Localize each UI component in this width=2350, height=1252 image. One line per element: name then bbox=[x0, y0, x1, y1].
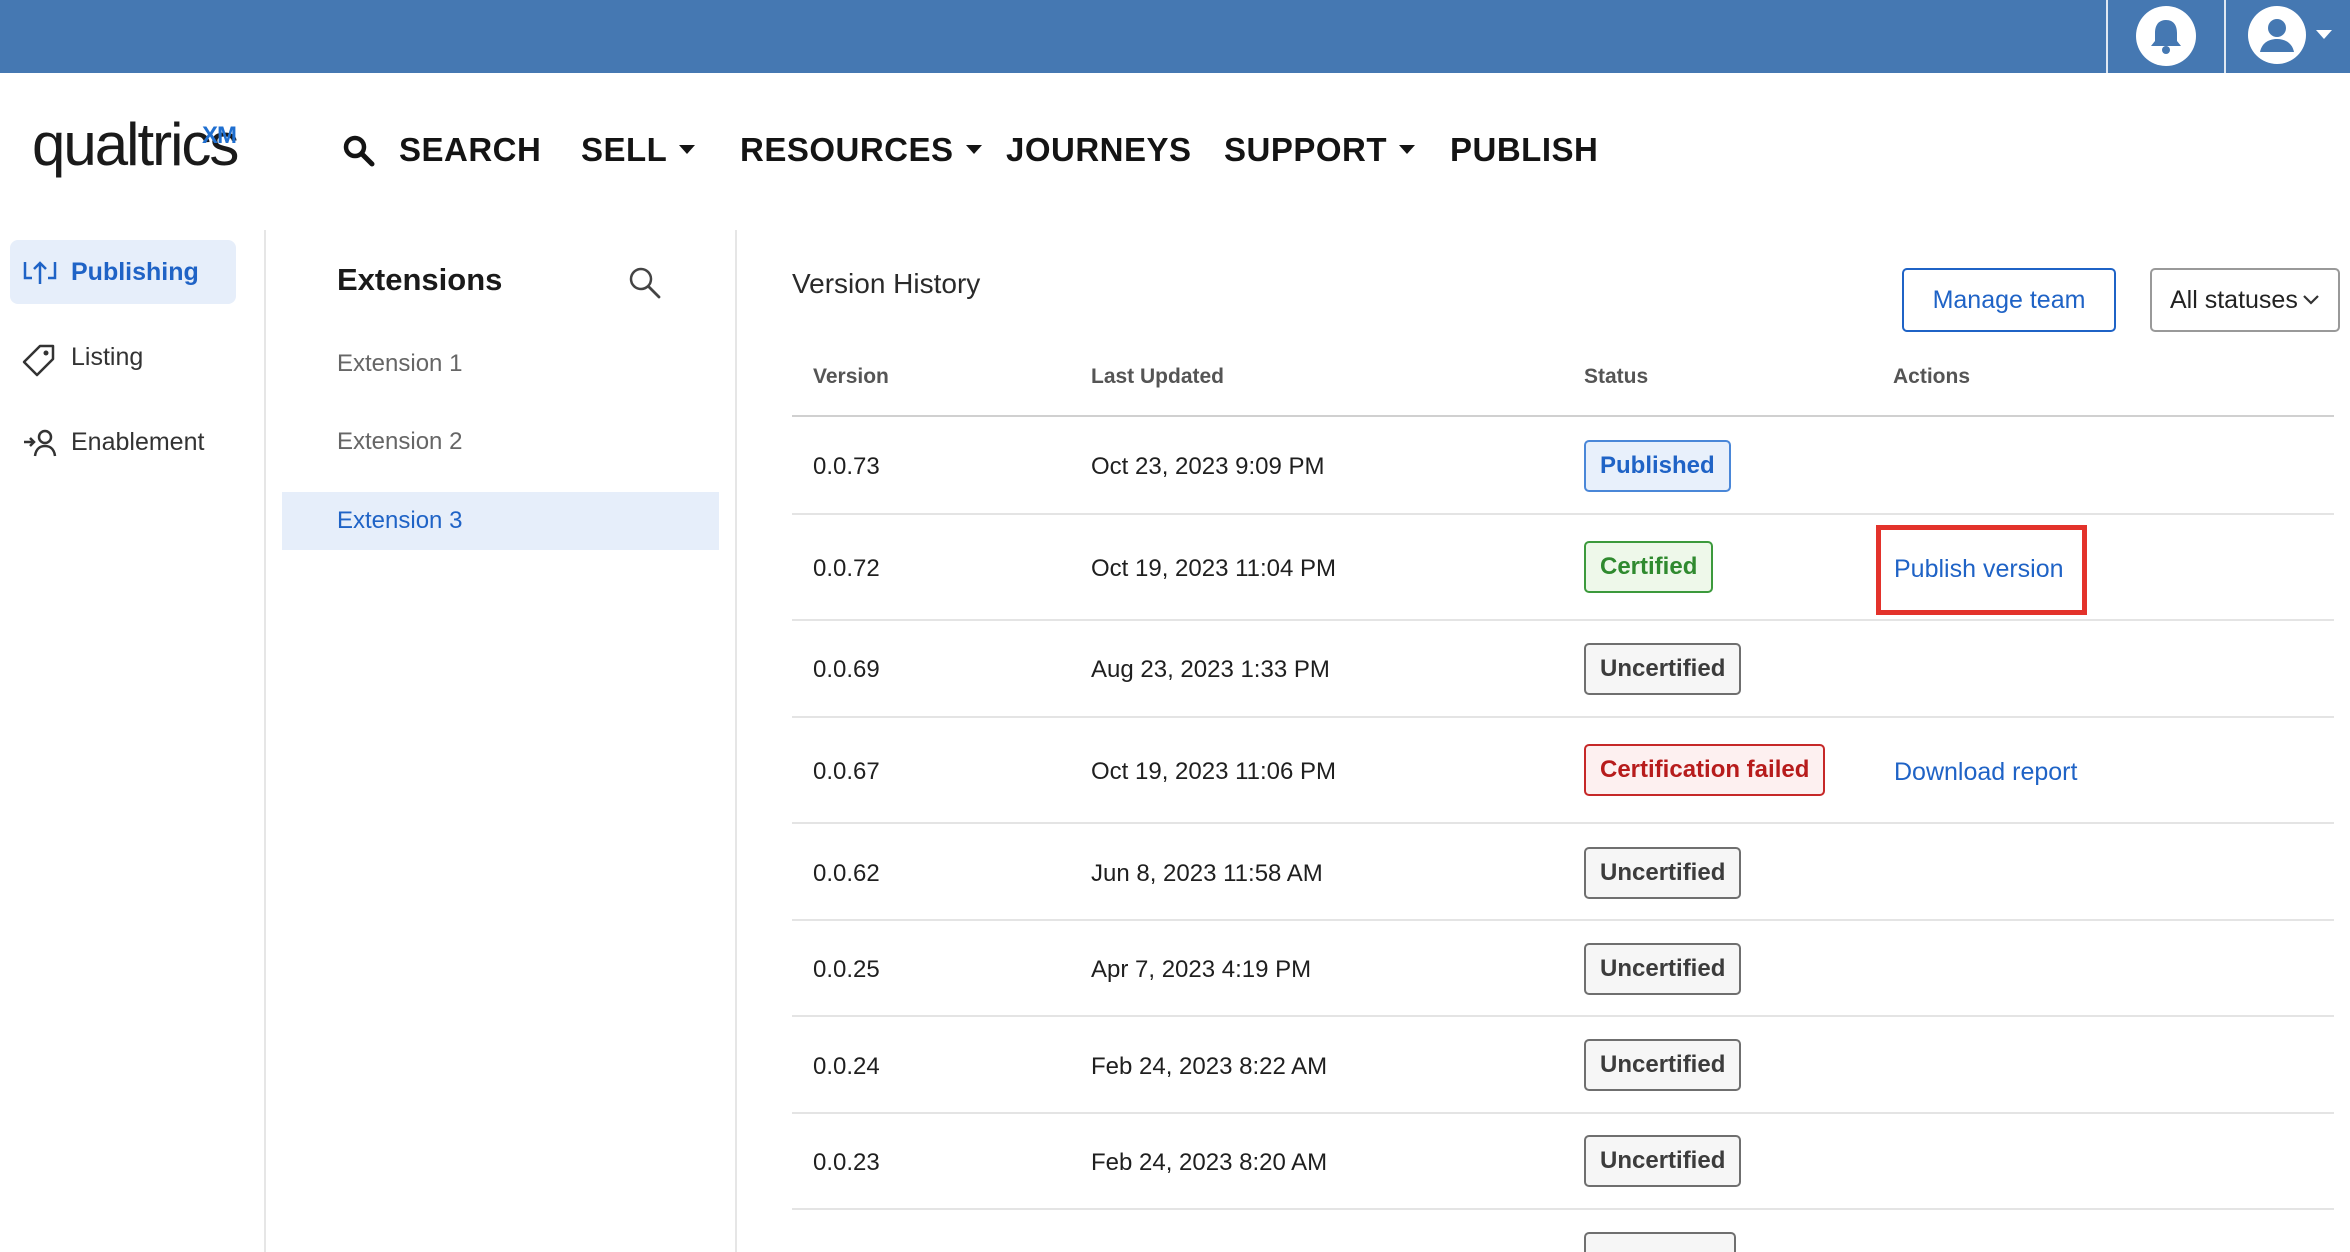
row-divider bbox=[792, 822, 2334, 824]
row-divider bbox=[792, 1208, 2334, 1210]
sidebar-item-publishing[interactable]: Publishing bbox=[10, 240, 236, 304]
status-badge: Uncertified bbox=[1584, 643, 1742, 695]
version-cell: 0.0.25 bbox=[813, 956, 880, 983]
top-bar bbox=[0, 0, 2350, 73]
version-cell: 0.0.67 bbox=[813, 758, 880, 785]
status-badge-partial bbox=[1584, 1232, 1736, 1252]
nav-sell-label: SELL bbox=[581, 131, 668, 168]
row-divider bbox=[792, 716, 2334, 718]
sidebar-item-enablement[interactable]: Enablement bbox=[10, 410, 236, 474]
row-divider bbox=[792, 619, 2334, 621]
user-avatar-icon[interactable] bbox=[2248, 6, 2306, 64]
last-updated-cell: Oct 19, 2023 11:04 PM bbox=[1091, 555, 1337, 582]
status-badge: Uncertified bbox=[1584, 943, 1742, 995]
column-header-last-updated: Last Updated bbox=[1091, 365, 1225, 388]
last-updated-cell: Apr 7, 2023 4:19 PM bbox=[1091, 956, 1312, 983]
last-updated-cell: Oct 23, 2023 9:09 PM bbox=[1091, 453, 1325, 480]
version-cell: 0.0.72 bbox=[813, 555, 880, 582]
extension-item-2[interactable]: Extension 2 bbox=[282, 413, 719, 471]
status-filter-value: All statuses bbox=[2170, 286, 2298, 314]
nav-support[interactable]: SUPPORT bbox=[1224, 130, 1416, 170]
version-cell: 0.0.24 bbox=[813, 1053, 880, 1080]
last-updated-cell: Feb 24, 2023 8:20 AM bbox=[1091, 1149, 1328, 1176]
download-report-link[interactable]: Download report bbox=[1894, 758, 2077, 787]
row-divider bbox=[792, 1015, 2334, 1017]
nav-resources[interactable]: RESOURCES bbox=[740, 130, 982, 170]
version-cell: 0.0.23 bbox=[813, 1149, 880, 1176]
nav-journeys[interactable]: JOURNEYS bbox=[1006, 130, 1192, 170]
logo-xm-superscript: XM bbox=[202, 122, 237, 149]
chevron-down-icon bbox=[965, 144, 982, 154]
nav-support-label: SUPPORT bbox=[1224, 131, 1388, 168]
column-header-actions: Actions bbox=[1893, 365, 1971, 388]
table-header-divider bbox=[792, 415, 2334, 417]
last-updated-cell: Feb 24, 2023 8:22 AM bbox=[1091, 1053, 1328, 1080]
nav-journeys-label: JOURNEYS bbox=[1006, 131, 1192, 168]
sidebar-item-label: Publishing bbox=[71, 258, 199, 286]
last-updated-cell: Aug 23, 2023 1:33 PM bbox=[1091, 656, 1330, 683]
version-cell: 0.0.73 bbox=[813, 453, 880, 480]
status-badge: Published bbox=[1584, 440, 1731, 492]
sidebar-item-label: Listing bbox=[71, 343, 144, 371]
publishing-icon bbox=[23, 261, 57, 284]
topbar-divider bbox=[2106, 0, 2108, 73]
chevron-down-icon bbox=[679, 144, 696, 154]
tag-icon bbox=[22, 344, 55, 377]
sidebar-item-label: Enablement bbox=[71, 428, 205, 456]
nav-resources-label: RESOURCES bbox=[740, 131, 954, 168]
status-badge: Certified bbox=[1584, 541, 1714, 593]
chevron-down-icon bbox=[2303, 295, 2319, 305]
nav-publish-label: PUBLISH bbox=[1450, 131, 1599, 168]
column-header-status: Status bbox=[1584, 365, 1649, 388]
panel-divider bbox=[735, 230, 737, 1252]
last-updated-cell: Oct 19, 2023 11:06 PM bbox=[1091, 758, 1337, 785]
column-header-version: Version bbox=[813, 365, 889, 388]
chevron-down-icon bbox=[1399, 144, 1416, 154]
extensions-title: Extensions bbox=[337, 262, 503, 297]
row-divider bbox=[792, 1112, 2334, 1114]
status-badge: Certification failed bbox=[1584, 744, 1826, 796]
status-badge: Uncertified bbox=[1584, 1135, 1742, 1187]
extension-item-1[interactable]: Extension 1 bbox=[282, 335, 719, 393]
extensions-search-icon[interactable] bbox=[628, 266, 662, 300]
status-badge: Uncertified bbox=[1584, 1039, 1742, 1091]
nav-search[interactable]: SEARCH bbox=[399, 130, 541, 170]
nav-sell[interactable]: SELL bbox=[581, 130, 696, 170]
sidebar-item-listing[interactable]: Listing bbox=[10, 325, 236, 389]
bell-icon[interactable] bbox=[2136, 6, 2196, 66]
highlight-annotation-box bbox=[1876, 525, 2087, 615]
sidebar-divider bbox=[264, 230, 266, 1252]
row-divider bbox=[792, 513, 2334, 515]
extension-item-3[interactable]: Extension 3 bbox=[282, 492, 719, 550]
version-cell: 0.0.62 bbox=[813, 860, 880, 887]
manage-team-button[interactable]: Manage team bbox=[1902, 268, 2116, 332]
version-cell: 0.0.69 bbox=[813, 656, 880, 683]
status-filter-select[interactable]: All statuses bbox=[2150, 268, 2340, 332]
nav-search-label: SEARCH bbox=[399, 131, 542, 168]
row-divider bbox=[792, 919, 2334, 921]
user-arrow-icon bbox=[24, 429, 57, 457]
user-menu-chevron-down-icon[interactable] bbox=[2316, 30, 2332, 39]
nav-publish[interactable]: PUBLISH bbox=[1450, 130, 1598, 170]
version-history-title: Version History bbox=[792, 268, 981, 299]
search-icon[interactable] bbox=[342, 134, 376, 168]
status-badge: Uncertified bbox=[1584, 847, 1742, 899]
last-updated-cell: Jun 8, 2023 11:58 AM bbox=[1091, 860, 1323, 887]
topbar-divider bbox=[2224, 0, 2226, 73]
